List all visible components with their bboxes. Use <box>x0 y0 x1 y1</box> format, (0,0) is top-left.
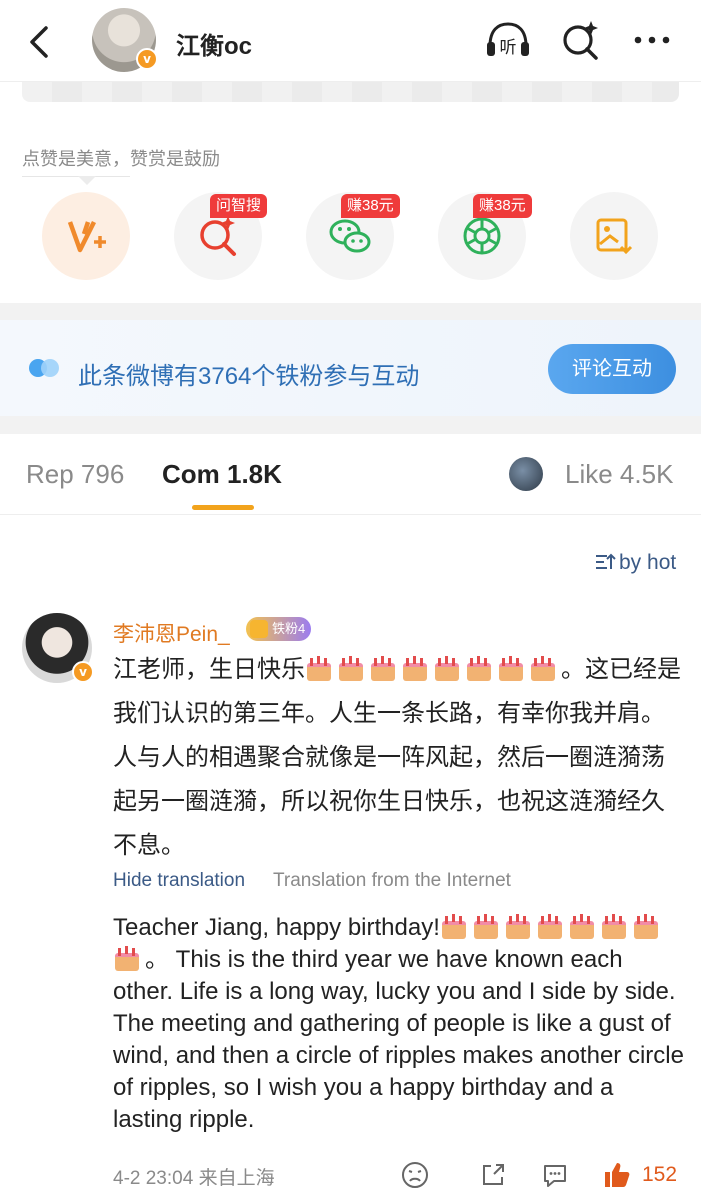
v-plus-button[interactable] <box>42 192 130 280</box>
save-image-icon <box>596 218 633 255</box>
comment-interact-button[interactable]: 评论互动 <box>548 344 676 394</box>
cake-emoji <box>472 913 500 939</box>
back-icon[interactable] <box>20 22 60 62</box>
hide-translation-link[interactable]: Hide translation <box>113 870 245 892</box>
tab-comments[interactable]: Com 1.8K <box>162 459 282 490</box>
wechat-icon <box>329 219 371 253</box>
cake-emoji <box>568 913 596 939</box>
comment-text: 江老师，生日快乐 。这已经是我们认识的第三年。人生一条长路，有幸你我并肩。人与人的… <box>113 648 683 868</box>
translation-source: Translation from the Internet <box>273 870 511 891</box>
divider <box>22 176 130 177</box>
translation-start: Teacher Jiang, happy birthday! <box>113 914 440 941</box>
comment-time-location: 4-2 23:04 来自上海 <box>113 1168 275 1189</box>
cake-emoji <box>305 655 333 681</box>
more-icon[interactable] <box>628 18 676 62</box>
caret <box>78 176 96 185</box>
tab-likes[interactable]: Like 4.5K <box>565 459 673 490</box>
save-image-button[interactable] <box>570 192 658 280</box>
tab-reposts[interactable]: Rep 796 <box>26 459 124 490</box>
comment-text-start: 江老师，生日快乐 <box>113 656 305 683</box>
cake-emojis <box>305 656 561 683</box>
fans-icon <box>29 359 59 377</box>
cake-emoji <box>529 655 557 681</box>
comment-translation: Teacher Jiang, happy birthday! 。 This is … <box>113 912 688 1136</box>
cake-emoji <box>600 913 628 939</box>
translation-rest: 。 This is the third year we have known e… <box>113 946 684 1133</box>
cake-emoji <box>433 655 461 681</box>
commenter-name[interactable]: 李沛恩Pein_ <box>113 618 230 648</box>
iron-fans-text: 此条微博有3764个铁粉参与互动 <box>78 363 420 390</box>
cake-emoji <box>497 655 525 681</box>
cake-emoji <box>337 655 365 681</box>
section-gap <box>0 303 701 320</box>
divider <box>0 514 701 515</box>
listen-icon[interactable]: 听 <box>484 18 532 62</box>
section-gap <box>0 416 701 434</box>
share-icon[interactable] <box>478 1160 508 1190</box>
ask-search-tag: 问智搜 <box>210 194 268 218</box>
comment-text-rest: 。这已经是我们认识的第三年。人生一条长路，有幸你我并肩。人与人的相遇聚合就像是一… <box>113 656 681 859</box>
active-tab-indicator <box>192 505 254 510</box>
cake-emoji <box>536 913 564 939</box>
moments-icon <box>463 217 501 255</box>
cake-emoji <box>401 655 429 681</box>
sort-by-hot[interactable]: by hot <box>594 551 676 575</box>
praise-hint: 点赞是美意，赞赏是鼓励 <box>22 149 220 169</box>
listen-label: 听 <box>500 38 517 58</box>
dislike-icon[interactable] <box>400 1160 430 1190</box>
wechat-reward-tag: 赚38元 <box>341 194 400 218</box>
liker-avatar <box>509 457 543 491</box>
image-strip <box>22 82 679 102</box>
reply-icon[interactable] <box>540 1160 570 1190</box>
smart-search-icon[interactable] <box>558 18 606 62</box>
cake-emoji <box>113 945 141 971</box>
moments-reward-tag: 赚38元 <box>473 194 532 218</box>
sort-icon <box>596 553 616 569</box>
page-title[interactable]: 江衡oc <box>176 26 252 61</box>
cake-emoji <box>465 655 493 681</box>
like-icon[interactable] <box>602 1160 632 1190</box>
cake-emoji <box>632 913 660 939</box>
author-avatar[interactable]: v <box>92 8 158 72</box>
sort-label: by hot <box>619 551 677 574</box>
verified-badge: v <box>136 48 158 70</box>
cake-emoji <box>440 913 468 939</box>
cake-emoji <box>504 913 532 939</box>
verified-badge: v <box>72 661 94 683</box>
ask-search-icon <box>200 216 236 256</box>
like-count: 152 <box>642 1163 678 1186</box>
top-bar: v 江衡oc 听 <box>0 0 701 82</box>
commenter-avatar[interactable]: v <box>22 613 94 683</box>
iron-fan-badge: 铁粉4 <box>246 617 312 641</box>
v-plus-icon <box>67 220 106 253</box>
cake-emoji <box>369 655 397 681</box>
